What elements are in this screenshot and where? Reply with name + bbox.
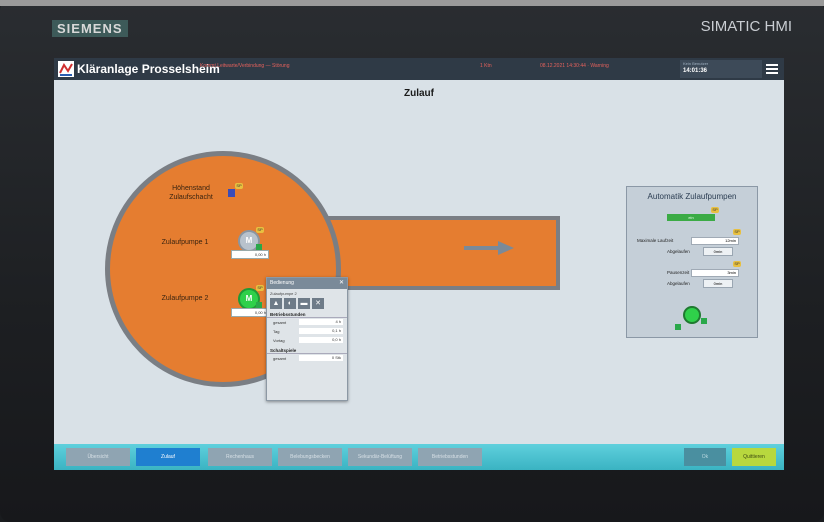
inflow-channel [312,216,560,290]
nav-zulauf[interactable]: Zulauf [136,448,200,466]
popup-row: Tag 0,1 h [273,328,343,334]
pump2-value[interactable]: 0,00 h [231,308,269,317]
max-runtime-label: Maximale Laufzeit [637,238,674,243]
alarm-line[interactable]: Kommt Leitwarte/Verbindung — Störung 1 K… [200,60,680,78]
pump2-tag: SP [256,285,264,291]
popup-subtitle: Zulaufpumpe 2 [270,291,297,296]
elapsed1-label: Abgelaufen [667,249,690,254]
pause-value[interactable]: 3min [691,269,739,277]
level-tag: SP [235,183,243,189]
pump1-label: Zulaufpumpe 1 [161,239,209,246]
level-label: Höhenstand Zulaufschacht [169,185,213,201]
auto-indicator-left [675,324,681,330]
clock: 14:01:36 [683,68,708,74]
nav-rechenhaus[interactable]: Rechenhaus [208,448,272,466]
flow-arrow-icon [464,241,514,255]
ok-button[interactable]: Ok [684,448,726,466]
elapsed2-label: Abgelaufen [667,281,690,286]
auto-pump-indicator-icon[interactable] [683,306,701,324]
siemens-logo: SIEMENS [52,20,128,37]
alarm-text: Kommt Leitwarte/Verbindung — Störung [200,63,290,69]
max-runtime-value[interactable]: 12min [691,237,739,245]
user-name: Kein Benutzer [683,61,709,66]
nav-betriebsstunden[interactable]: Betriebsstunden [418,448,482,466]
level-sensor-icon[interactable] [228,189,235,197]
bottom-navigation: Übersicht Zulauf Rechenhaus Belebungsbec… [54,444,784,470]
page-title: Zulauf [404,88,434,99]
user-clock-box[interactable]: Kein Benutzer 14:01:36 [680,60,762,78]
elapsed2-value: 0min [703,279,733,288]
device-model: SIMATIC HMI [700,18,792,35]
pause-label: Pausenzeit [667,270,690,275]
auto-tag: SP [711,207,719,213]
alarm-count: 1 Ktn [480,63,492,69]
auto-mode-icon[interactable]: ◐ [284,298,296,309]
stop-icon[interactable]: ▬ [298,298,310,309]
nav-overview[interactable]: Übersicht [66,448,130,466]
nav-belebungsbecken[interactable]: Belebungsbecken [278,448,342,466]
settings-icon[interactable]: ✕ [312,298,324,309]
popup-title: Bedienung ✕ [267,278,347,289]
close-icon[interactable]: ✕ [339,278,344,289]
runtime-tag: SP [733,229,741,235]
top-strip [0,0,824,6]
popup-row: gesamt 0 Stk [273,355,343,361]
auto-panel-title: Automatik Zulaufpumpen [647,192,737,201]
pump-faceplate-popup: Bedienung ✕ Zulaufpumpe 2 ▲ ◐ ▬ ✕ Betrie… [266,277,348,401]
pump2-label: Zulaufpumpe 2 [161,295,209,302]
app-title: Kläranlage Prosselsheim [77,62,220,76]
pump1-value[interactable]: 0,00 h [231,250,269,259]
hmi-screen: Kläranlage Prosselsheim Kommt Leitwarte/… [54,58,784,470]
automatic-pumps-panel: Automatik Zulaufpumpen SP ein SP Maximal… [626,186,758,338]
hand-mode-icon[interactable]: ▲ [270,298,282,309]
elapsed1-value: 0min [703,247,733,256]
plant-logo-icon [58,61,74,77]
auto-status-bar[interactable]: ein [667,214,715,221]
nav-sekundaer-belueftung[interactable]: Sekundär-Belüftung [348,448,412,466]
popup-row: Vortag 0,0 h [273,337,343,343]
header-bar: Kläranlage Prosselsheim Kommt Leitwarte/… [54,58,784,80]
acknowledge-button[interactable]: Quittieren [732,448,776,466]
pump1-tag: SP [256,227,264,233]
popup-row: gesamt 4 h [273,319,343,325]
menu-icon[interactable] [766,64,778,74]
auto-indicator-right [701,318,707,324]
alarm-time: 08.12.2021 14:30:44 · Warning [540,63,609,69]
popup-toolbar: ▲ ◐ ▬ ✕ [267,298,347,309]
pause-tag: SP [733,261,741,267]
